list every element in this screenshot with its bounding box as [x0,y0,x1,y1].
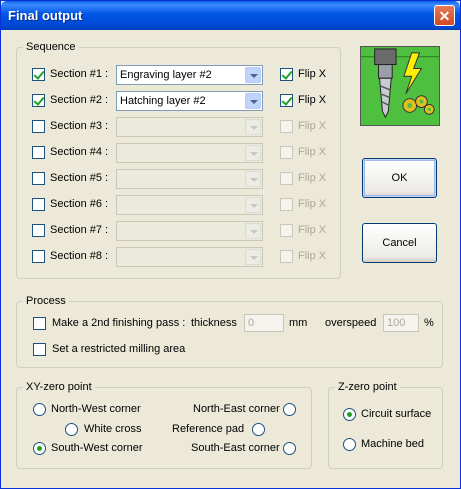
section-7-flip-x-checkbox[interactable] [280,224,293,237]
xy-zero-group: XY-zero point [16,381,312,469]
machine-bed-radio[interactable] [343,438,356,451]
circuit-surface-radio[interactable] [343,408,356,421]
circuit-surface-label: Circuit surface [361,408,432,420]
south-west-radio[interactable] [33,442,46,455]
sequence-legend: Sequence [26,41,76,53]
overspeed-input[interactable]: 100 [383,314,419,332]
section-7-flip-x-label: Flip X [298,224,327,236]
south-east-label: South-East corner [191,442,280,454]
z-zero-legend: Z-zero point [338,381,397,393]
section-6-label: Section #6 : [50,198,109,210]
section-1-flip-x-checkbox[interactable] [280,68,293,81]
section-1-label: Section #1 : [50,68,109,80]
machine-bed-label: Machine bed [361,438,424,450]
section-5-layer-select[interactable] [116,169,263,189]
section-6-layer-select[interactable] [116,195,263,215]
north-west-label: North-West corner [51,403,141,415]
section-7-checkbox[interactable] [32,224,45,237]
section-1-checkbox[interactable] [32,68,45,81]
north-east-label: North-East corner [193,403,280,415]
section-4-checkbox[interactable] [32,146,45,159]
section-3-flip-x-label: Flip X [298,120,327,132]
section-5-flip-x-label: Flip X [298,172,327,184]
close-button[interactable]: ✕ [434,5,455,26]
section-1-layer-select[interactable]: Engraving layer #2 [116,65,263,85]
chevron-down-icon[interactable] [245,145,261,161]
section-8-checkbox[interactable] [32,250,45,263]
north-west-radio[interactable] [33,403,46,416]
section-2-checkbox[interactable] [32,94,45,107]
section-2-flip-x-label: Flip X [298,94,327,106]
ok-button[interactable]: OK [362,158,437,198]
chevron-down-icon[interactable] [245,67,261,83]
section-5-flip-x-checkbox[interactable] [280,172,293,185]
south-east-radio[interactable] [283,442,296,455]
section-4-label: Section #4 : [50,146,109,158]
z-zero-group: Z-zero point [328,381,443,469]
section-6-flip-x-checkbox[interactable] [280,198,293,211]
restricted-area-label: Set a restricted milling area [52,343,186,355]
section-4-flip-x-label: Flip X [298,146,327,158]
section-2-label: Section #2 : [50,94,109,106]
chevron-down-icon[interactable] [245,249,261,265]
overspeed-label: overspeed [325,317,377,329]
restricted-area-checkbox[interactable] [33,343,46,356]
north-east-radio[interactable] [283,403,296,416]
thickness-input[interactable]: 0 [244,314,284,332]
section-4-flip-x-checkbox[interactable] [280,146,293,159]
section-6-checkbox[interactable] [32,198,45,211]
chevron-down-icon[interactable] [245,93,261,109]
section-8-flip-x-label: Flip X [298,250,327,262]
section-4-layer-select[interactable] [116,143,263,163]
thickness-unit: mm [289,317,308,329]
cancel-button[interactable]: Cancel [362,223,437,263]
reference-pad-radio[interactable] [252,423,265,436]
process-legend: Process [26,295,66,307]
section-7-label: Section #7 : [50,224,109,236]
section-5-checkbox[interactable] [32,172,45,185]
close-icon: ✕ [438,7,451,24]
section-2-layer-value: Hatching layer #2 [120,95,206,107]
section-1-layer-value: Engraving layer #2 [120,69,212,81]
section-1-flip-x-label: Flip X [298,68,327,80]
reference-pad-label: Reference pad [172,423,245,435]
finishing-pass-checkbox[interactable] [33,317,46,330]
section-8-flip-x-checkbox[interactable] [280,250,293,263]
title-bar[interactable]: Final output ✕ [1,1,460,30]
section-6-flip-x-label: Flip X [298,198,327,210]
chevron-down-icon[interactable] [245,119,261,135]
chevron-down-icon[interactable] [245,223,261,239]
section-2-layer-select[interactable]: Hatching layer #2 [116,91,263,111]
window-title: Final output [8,8,83,23]
section-5-label: Section #5 : [50,172,109,184]
final-output-dialog: Final output ✕ Sequence Section #1 : Engr… [0,0,461,489]
section-3-checkbox[interactable] [32,120,45,133]
section-3-flip-x-checkbox[interactable] [280,120,293,133]
section-8-layer-select[interactable] [116,247,263,267]
overspeed-unit: % [424,317,434,329]
process-group: Process [16,295,443,368]
thickness-label: thickness [191,317,237,329]
section-3-label: Section #3 : [50,120,109,132]
chevron-down-icon[interactable] [245,171,261,187]
section-2-flip-x-checkbox[interactable] [280,94,293,107]
section-8-label: Section #8 : [50,250,109,262]
south-west-label: South-West corner [51,442,143,454]
white-cross-radio[interactable] [65,423,78,436]
finishing-pass-label: Make a 2nd finishing pass : [52,317,186,329]
xy-zero-legend: XY-zero point [26,381,92,393]
section-3-layer-select[interactable] [116,117,263,137]
white-cross-label: White cross [84,423,142,435]
milling-tool-lightning-icon [360,46,440,126]
section-7-layer-select[interactable] [116,221,263,241]
chevron-down-icon[interactable] [245,197,261,213]
